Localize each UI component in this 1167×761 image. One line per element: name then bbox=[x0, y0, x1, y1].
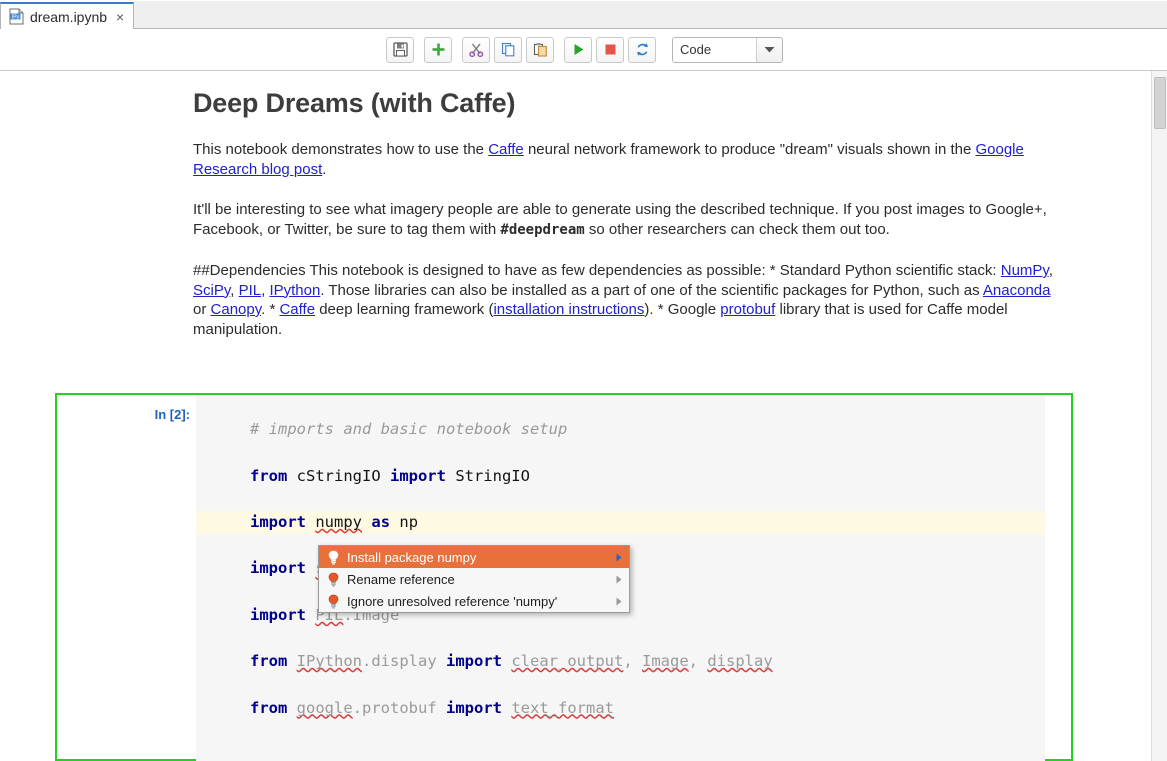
deps-text-5: deep learning framework ( bbox=[315, 301, 494, 318]
popup-item-rename-reference[interactable]: Rename reference bbox=[319, 568, 629, 590]
link-ipython[interactable]: IPython bbox=[269, 282, 320, 299]
lightbulb-icon bbox=[327, 572, 340, 587]
link-caffe-2[interactable]: Caffe bbox=[279, 301, 315, 318]
submenu-arrow-icon[interactable] bbox=[613, 553, 625, 562]
code-line-current: import numpy as np bbox=[196, 510, 1045, 535]
run-button[interactable] bbox=[564, 36, 592, 63]
popup-item-ignore-unresolved-reference[interactable]: Ignore unresolved reference 'numpy' bbox=[319, 590, 629, 612]
code-line: # imports and basic notebook setup bbox=[250, 420, 568, 439]
submenu-arrow-icon[interactable] bbox=[613, 597, 625, 606]
restart-button[interactable] bbox=[628, 36, 656, 63]
intro-text-3: . bbox=[322, 160, 327, 178]
chevron-down-icon[interactable] bbox=[756, 37, 782, 62]
cell-prompt-label: In [2]: bbox=[154, 407, 190, 422]
intro-text-2: neural network framework to produce "dre… bbox=[523, 141, 976, 158]
deps-sep-1: , bbox=[1048, 262, 1053, 279]
scissors-icon bbox=[468, 42, 484, 57]
intention-actions-popup[interactable]: Install package numpy Rename reference I… bbox=[318, 545, 630, 613]
link-canopy[interactable]: Canopy bbox=[211, 301, 262, 318]
link-scipy[interactable]: SciPy bbox=[193, 282, 230, 299]
stop-square-icon bbox=[603, 42, 618, 57]
link-pil[interactable]: PIL bbox=[239, 282, 262, 299]
deps-text-3: or bbox=[193, 301, 211, 318]
deps-text-2: . Those libraries can also be installed … bbox=[320, 281, 983, 299]
editor-tab-label: dream.ipynb bbox=[30, 8, 108, 25]
vertical-scrollbar[interactable] bbox=[1151, 71, 1167, 761]
page-title: Deep Dreams (with Caffe) bbox=[193, 88, 516, 118]
link-anaconda[interactable]: Anaconda bbox=[983, 282, 1051, 299]
lightbulb-icon bbox=[327, 550, 340, 565]
notebook-toolbar: Code bbox=[0, 29, 1167, 71]
deps-text-1: ##Dependencies This notebook is designed… bbox=[193, 262, 1001, 279]
link-protobuf[interactable]: protobuf bbox=[720, 301, 775, 318]
floppy-disk-icon bbox=[392, 42, 408, 57]
cell-type-select[interactable]: Code bbox=[672, 36, 783, 63]
editor-tab-bar: IPy dream.ipynb × bbox=[0, 0, 1167, 30]
imagery-paragraph: It'll be interesting to see what imagery… bbox=[193, 200, 1053, 240]
deps-text-6: ). * Google bbox=[644, 301, 721, 318]
lightbulb-icon bbox=[327, 594, 340, 609]
submenu-arrow-icon[interactable] bbox=[613, 575, 625, 584]
tab-bar-filler bbox=[134, 1, 1167, 29]
link-installation-instructions[interactable]: installation instructions bbox=[493, 301, 644, 318]
svg-text:IPy: IPy bbox=[12, 15, 20, 21]
play-icon bbox=[571, 42, 586, 57]
scrollbar-thumb[interactable] bbox=[1154, 77, 1166, 129]
intro-text-1: This notebook demonstrates how to use th… bbox=[193, 141, 489, 158]
imagery-text-2: so other researchers can check them out … bbox=[584, 220, 890, 238]
copy-icon bbox=[501, 42, 516, 57]
notebook-markdown-area: Deep Dreams (with Caffe) This notebook d… bbox=[193, 71, 1053, 339]
cut-button[interactable] bbox=[462, 36, 490, 63]
plus-icon bbox=[431, 42, 446, 57]
close-icon[interactable]: × bbox=[116, 10, 124, 24]
stop-button[interactable] bbox=[596, 36, 624, 63]
popup-item-install-package[interactable]: Install package numpy bbox=[319, 546, 629, 568]
intro-paragraph: This notebook demonstrates how to use th… bbox=[193, 140, 1053, 179]
code-line: from cStringIO import StringIO bbox=[250, 466, 530, 485]
deps-text-4: . * bbox=[261, 301, 280, 318]
copy-button[interactable] bbox=[494, 36, 522, 63]
cell-type-value: Code bbox=[673, 37, 756, 62]
restart-circular-arrows-icon bbox=[635, 42, 650, 57]
popup-item-label: Ignore unresolved reference 'numpy' bbox=[347, 593, 558, 609]
popup-item-label: Rename reference bbox=[347, 571, 455, 587]
code-line: from google.protobuf import text_format bbox=[250, 698, 614, 717]
ipynb-file-icon: IPy bbox=[9, 8, 24, 25]
deps-sep-2: , bbox=[230, 281, 239, 299]
link-numpy[interactable]: NumPy bbox=[1001, 262, 1049, 279]
notebook-canvas: Deep Dreams (with Caffe) This notebook d… bbox=[0, 71, 1151, 761]
link-caffe[interactable]: Caffe bbox=[488, 141, 524, 158]
add-cell-button[interactable] bbox=[424, 36, 452, 63]
popup-item-label: Install package numpy bbox=[347, 549, 477, 565]
paste-button[interactable] bbox=[526, 36, 554, 63]
save-button[interactable] bbox=[386, 36, 414, 63]
editor-tab-dream-ipynb[interactable]: IPy dream.ipynb × bbox=[0, 2, 135, 30]
hashtag-deepdream: #deepdream bbox=[500, 221, 585, 238]
paste-icon bbox=[533, 42, 548, 57]
code-line: from IPython.display import clear_output… bbox=[250, 652, 773, 671]
dependencies-paragraph: ##Dependencies This notebook is designed… bbox=[193, 261, 1053, 339]
